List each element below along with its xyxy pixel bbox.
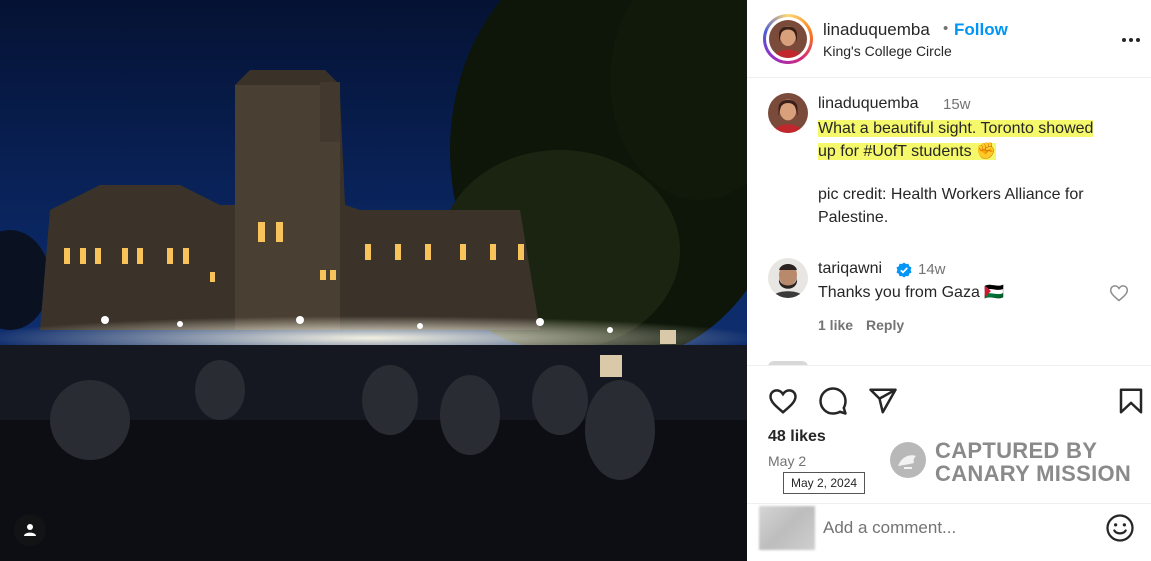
post-actions: 48 likes May 2 May 2, 2024 CAPTURED BY C… xyxy=(747,365,1151,503)
add-comment-input[interactable] xyxy=(823,514,1093,542)
share-icon[interactable] xyxy=(868,386,898,416)
caption-text: What a beautiful sight. Toronto showed u… xyxy=(818,117,1094,163)
post-header: linaduquemba • Follow King's College Cir… xyxy=(747,0,1151,78)
canary-bird-icon xyxy=(890,442,926,478)
vigil-photo-image xyxy=(0,0,747,561)
more-horizontal-icon[interactable] xyxy=(1119,28,1143,52)
post-photo[interactable] xyxy=(0,0,747,561)
caption-author-avatar[interactable] xyxy=(768,93,808,133)
canary-mission-watermark: CAPTURED BY CANARY MISSION xyxy=(890,438,1140,488)
caption-avatar-image xyxy=(768,93,808,133)
caption-credit-line2: Palestine. xyxy=(818,209,889,226)
heart-icon[interactable] xyxy=(768,386,798,416)
author-username[interactable]: linaduquemba xyxy=(823,20,930,40)
comment-time[interactable]: 14w xyxy=(918,261,946,278)
post-side-panel: linaduquemba • Follow King's College Cir… xyxy=(747,0,1151,561)
caption-credit: pic credit: Health Workers Alliance for … xyxy=(818,183,1084,229)
emoji-icon[interactable] xyxy=(1105,513,1135,543)
comment-author-avatar[interactable] xyxy=(768,258,808,298)
bookmark-icon[interactable] xyxy=(1116,386,1146,416)
author-avatar-image xyxy=(769,20,807,58)
caption-highlight-line2: up for #UofT students ✊ xyxy=(818,143,996,160)
verified-badge-icon xyxy=(896,262,912,278)
author-avatar[interactable] xyxy=(763,14,813,64)
tagged-users-button[interactable] xyxy=(14,514,46,546)
caption-highlight-line1: What a beautiful sight. Toronto showed xyxy=(818,120,1094,137)
follow-button[interactable]: Follow xyxy=(954,20,1008,40)
likes-count[interactable]: 48 likes xyxy=(768,428,826,446)
comment-avatar-image xyxy=(768,258,808,298)
comments-section[interactable]: linaduquemba 15w What a beautiful sight.… xyxy=(747,79,1151,365)
comment-reply-button[interactable]: Reply xyxy=(866,317,904,333)
comment-like-heart-icon[interactable] xyxy=(1109,283,1129,303)
comment-icon[interactable] xyxy=(818,386,848,416)
add-comment-bar xyxy=(747,503,1151,561)
date-tooltip: May 2, 2024 xyxy=(783,472,866,494)
caption-credit-line1: pic credit: Health Workers Alliance for xyxy=(818,186,1084,203)
post-date[interactable]: May 2 xyxy=(768,453,806,469)
watermark-line2: CANARY MISSION xyxy=(935,461,1132,486)
viewer-avatar-blurred xyxy=(759,506,815,550)
comment-text: Thanks you from Gaza 🇵🇸 xyxy=(818,284,1005,301)
separator-dot: • xyxy=(943,20,949,37)
comment-likes-count[interactable]: 1 like xyxy=(818,317,853,333)
comment-username[interactable]: tariqawni xyxy=(818,260,882,278)
caption-username[interactable]: linaduquemba xyxy=(818,95,919,113)
caption-time[interactable]: 15w xyxy=(943,96,971,113)
user-icon xyxy=(24,524,36,536)
post-location[interactable]: King's College Circle xyxy=(823,43,952,59)
